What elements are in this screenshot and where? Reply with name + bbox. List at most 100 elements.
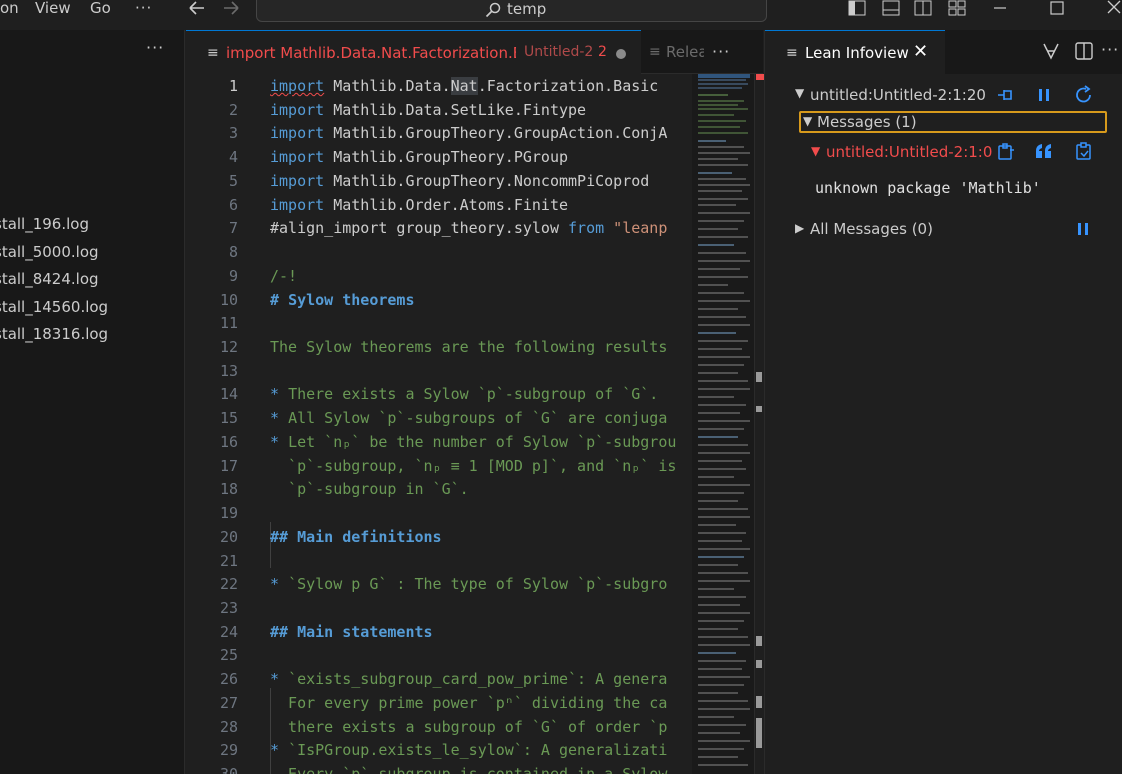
code-line: ## Main statements bbox=[270, 623, 433, 641]
tab-untitled-2[interactable]: ≡ import Mathlib.Data.Nat.Factorization.… bbox=[186, 30, 641, 74]
lean-forall-icon[interactable] bbox=[1041, 41, 1061, 61]
line-number: 13 bbox=[219, 362, 238, 380]
forward-arrow-icon[interactable] bbox=[222, 0, 240, 16]
minimize-icon[interactable] bbox=[992, 0, 1008, 16]
line-number: 12 bbox=[219, 338, 238, 356]
svg-text:≡: ≡ bbox=[649, 44, 661, 59]
code-line: Every `p`-subgroup is contained in a Syl… bbox=[270, 765, 668, 774]
code-line: import Mathlib.GroupTheory.GroupAction.C… bbox=[270, 124, 668, 142]
minimap[interactable] bbox=[692, 74, 754, 774]
code-line: * There exists a Sylow `p`-subgroup of `… bbox=[270, 385, 659, 403]
unsaved-dot-icon[interactable] bbox=[616, 49, 626, 59]
minimap-preview bbox=[698, 74, 750, 766]
code-line: #align_import group_theory.sylow from "l… bbox=[270, 219, 668, 237]
pin-icon[interactable] bbox=[996, 87, 1016, 103]
tab-label: Lean Infoview bbox=[805, 44, 909, 62]
file-item[interactable]: stall_196.log bbox=[0, 215, 89, 233]
tab-label: Relea bbox=[666, 43, 704, 61]
line-number: 18 bbox=[219, 480, 238, 498]
pause-icon[interactable] bbox=[1036, 86, 1052, 104]
toggle-panel-icon[interactable] bbox=[882, 0, 900, 16]
line-number: 9 bbox=[228, 267, 238, 285]
line-number: 19 bbox=[219, 504, 238, 522]
quote-icon[interactable] bbox=[1033, 141, 1055, 161]
file-item[interactable]: stall_18316.log bbox=[0, 325, 108, 343]
code-line: The Sylow theorems are the following res… bbox=[270, 338, 668, 356]
code-line: `p`-subgroup in `G`. bbox=[270, 480, 469, 498]
menu-view[interactable]: View bbox=[35, 0, 71, 18]
line-number: 28 bbox=[219, 718, 238, 736]
line-number: 24 bbox=[219, 623, 238, 641]
command-center-search[interactable]: temp bbox=[256, 0, 767, 22]
menu-selection[interactable]: on bbox=[0, 0, 19, 18]
error-caret-icon[interactable]: ▼ bbox=[811, 144, 820, 158]
code-line: there exists a subgroup of `G` of order … bbox=[270, 718, 668, 736]
goto-location-icon[interactable] bbox=[996, 141, 1016, 161]
tab-release-notes[interactable]: ≡ Relea ··· bbox=[642, 30, 763, 74]
menu-more[interactable]: ··· bbox=[135, 0, 152, 18]
error-location[interactable]: untitled:Untitled-2:1:0 bbox=[826, 143, 992, 161]
refresh-icon[interactable] bbox=[1074, 85, 1094, 105]
file-item[interactable]: stall_14560.log bbox=[0, 298, 108, 316]
split-editor-icon[interactable] bbox=[1075, 42, 1093, 60]
cursor-location[interactable]: untitled:Untitled-2:1:20 bbox=[810, 86, 986, 104]
tab-label: import Mathlib.Data.Nat.Factorization.Ba bbox=[226, 44, 516, 62]
line-number: 16 bbox=[219, 433, 238, 451]
copy-to-comment-icon[interactable] bbox=[1074, 141, 1094, 161]
code-line: * Let `nₚ` be the number of Sylow `p`-su… bbox=[270, 433, 677, 451]
line-number: 25 bbox=[219, 646, 238, 664]
collapse-caret-icon[interactable]: ▼ bbox=[795, 86, 804, 100]
code-line: import Mathlib.Order.Atoms.Finite bbox=[270, 196, 569, 214]
editor-scrollbar[interactable] bbox=[754, 74, 764, 774]
close-window-icon[interactable] bbox=[1106, 0, 1122, 16]
close-tab-icon[interactable]: ✕ bbox=[913, 41, 928, 62]
back-arrow-icon[interactable] bbox=[188, 0, 206, 16]
tab-lean-infoview[interactable]: ≡ Lean Infoview ✕ bbox=[765, 30, 945, 74]
svg-text:≡: ≡ bbox=[207, 45, 219, 60]
document-icon: ≡ bbox=[649, 44, 661, 59]
line-number: 29 bbox=[219, 741, 238, 759]
maximize-icon[interactable] bbox=[1049, 0, 1065, 16]
editor-more-actions-button[interactable]: ··· bbox=[712, 42, 730, 61]
code-line: import Mathlib.GroupTheory.PGroup bbox=[270, 148, 569, 166]
menu-go[interactable]: Go bbox=[90, 0, 111, 18]
messages-section[interactable]: ▼ Messages (1) bbox=[799, 111, 1107, 133]
toggle-secondary-sidebar-icon[interactable] bbox=[914, 0, 932, 16]
code-line: * `exists_subgroup_card_pow_prime`: A ge… bbox=[270, 670, 668, 688]
code-line: # Sylow theorems bbox=[270, 291, 415, 309]
sidebar-more-button[interactable]: ··· bbox=[146, 38, 164, 57]
code-line: * `IsPGroup.exists_le_sylow`: A generali… bbox=[270, 741, 668, 759]
line-number: 15 bbox=[219, 409, 238, 427]
file-item[interactable]: stall_5000.log bbox=[0, 243, 99, 261]
tab-problem-count: 2 bbox=[598, 44, 607, 60]
customize-layout-icon[interactable] bbox=[948, 0, 966, 16]
line-number: 6 bbox=[228, 196, 238, 214]
code-line: For every prime power `pⁿ` dividing the … bbox=[270, 694, 668, 712]
lean-infoview-panel: ≡ Lean Infoview ✕ ··· ▼ untitled:Untitle… bbox=[764, 30, 1122, 774]
collapse-caret-icon: ▼ bbox=[803, 114, 813, 128]
error-message: unknown package 'Mathlib' bbox=[815, 179, 1041, 197]
code-editor[interactable]: 1 2 3 4 5 6 7 8 9 10 11 12 13 14 15 16 1… bbox=[186, 74, 692, 774]
infoview-file-icon: ≡ bbox=[786, 45, 798, 60]
line-number: 14 bbox=[219, 385, 238, 403]
code-line: * All Sylow `p`-subgroups of `G` are con… bbox=[270, 409, 668, 427]
lean-file-icon: ≡ bbox=[207, 45, 219, 60]
line-number: 21 bbox=[219, 552, 238, 570]
line-number: 4 bbox=[228, 148, 238, 166]
toggle-sidebar-icon[interactable] bbox=[848, 0, 866, 16]
editor-tab-bar: ≡ import Mathlib.Data.Nat.Factorization.… bbox=[186, 30, 763, 74]
line-number: 2 bbox=[228, 101, 238, 119]
file-item[interactable]: stall_8424.log bbox=[0, 270, 99, 288]
infoview-tab-actions: ··· bbox=[945, 30, 1122, 74]
line-number: 20 bbox=[219, 528, 238, 546]
code-line: ## Main definitions bbox=[270, 528, 442, 546]
expand-caret-icon[interactable]: ▶ bbox=[795, 221, 804, 235]
more-actions-icon[interactable]: ··· bbox=[1101, 40, 1119, 59]
line-number: 22 bbox=[219, 575, 238, 593]
pause-icon[interactable] bbox=[1075, 220, 1091, 238]
line-number: 11 bbox=[219, 314, 238, 332]
tab-description: Untitled-2 bbox=[524, 44, 594, 60]
line-number: 5 bbox=[228, 172, 238, 190]
all-messages-header[interactable]: All Messages (0) bbox=[810, 220, 933, 238]
code-line: import Mathlib.GroupTheory.NoncommPiCopr… bbox=[270, 172, 650, 190]
